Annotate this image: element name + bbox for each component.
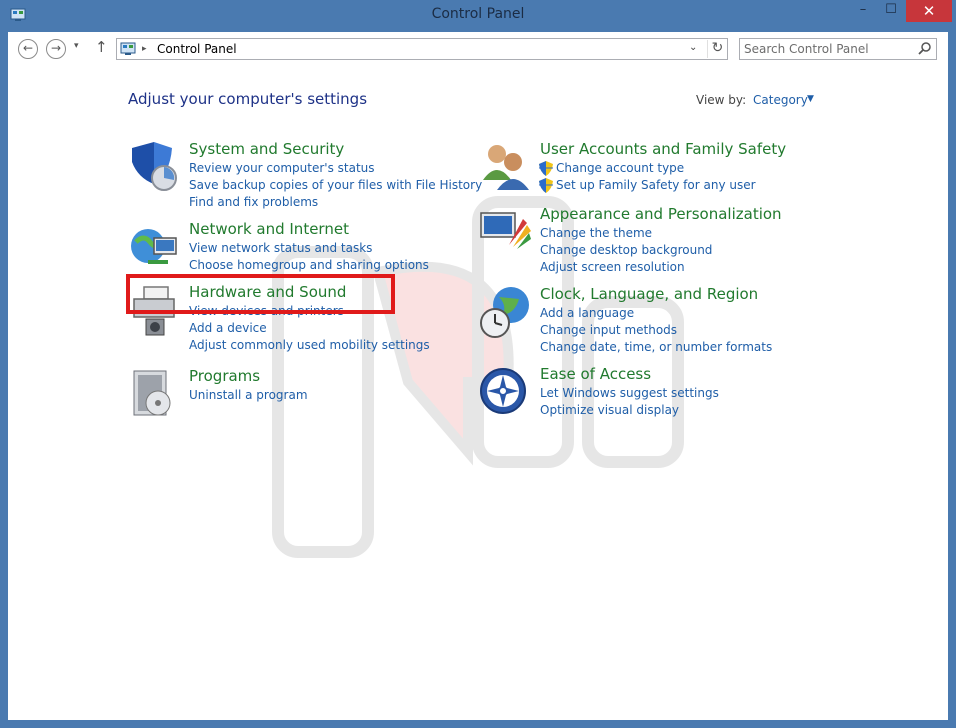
link-mobility-settings[interactable]: Adjust commonly used mobility settings [189,338,430,352]
network-globe-icon[interactable] [128,220,182,274]
maximize-button[interactable]: ☐ [878,0,904,22]
link-screen-resolution[interactable]: Adjust screen resolution [540,260,685,274]
link-suggest-settings[interactable]: Let Windows suggest settings [540,386,719,400]
view-by-arrow-icon[interactable]: ▼ [807,94,814,104]
category-ease-of-access: Ease of Access Let Windows suggest setti… [479,365,779,421]
window-content: ← → ▾ ↑ ▸ Control Panel ⌄ ↻ Adjust your … [8,32,948,720]
refresh-button[interactable]: ↻ [707,40,727,58]
ease-of-access-icon[interactable] [479,365,533,419]
category-title-network[interactable]: Network and Internet [189,220,349,238]
category-programs: Programs Uninstall a program [128,367,428,416]
uac-shield-icon [539,161,553,176]
link-file-history[interactable]: Save backup copies of your files with Fi… [189,178,482,192]
link-network-status[interactable]: View network status and tasks [189,241,372,255]
category-clock-language: Clock, Language, and Region Add a langua… [479,285,779,357]
title-bar: Control Panel – ☐ ✕ [0,0,956,32]
navigation-bar: ← → ▾ ↑ ▸ Control Panel ⌄ ↻ [8,32,948,66]
link-family-safety[interactable]: Set up Family Safety for any user [556,178,756,192]
search-box[interactable] [739,38,937,60]
link-uninstall-program[interactable]: Uninstall a program [189,388,308,402]
users-icon[interactable] [479,140,533,194]
page-title: Adjust your computer's settings [128,90,368,108]
link-desktop-background[interactable]: Change desktop background [540,243,712,257]
back-button[interactable]: ← [18,39,38,59]
link-date-time-formats[interactable]: Change date, time, or number formats [540,340,772,354]
category-title-ease-of-access[interactable]: Ease of Access [540,365,651,383]
minimize-button[interactable]: – [848,0,878,22]
clock-globe-icon[interactable] [479,285,533,339]
close-button[interactable]: ✕ [906,0,952,22]
search-input[interactable] [744,41,914,57]
link-change-account-type[interactable]: Change account type [556,161,684,175]
personalization-icon[interactable] [479,205,533,259]
category-title-user-accounts[interactable]: User Accounts and Family Safety [540,140,786,158]
link-add-language[interactable]: Add a language [540,306,634,320]
view-by-dropdown[interactable]: Category [753,93,808,107]
uac-shield-icon [539,178,553,193]
address-history-dropdown-icon[interactable]: ⌄ [689,42,697,53]
category-appearance: Appearance and Personalization Change th… [479,205,782,277]
address-bar[interactable]: ▸ Control Panel ⌄ ↻ [116,38,728,60]
highlight-box [126,274,395,314]
category-title-programs[interactable]: Programs [189,367,260,385]
window-title: Control Panel [431,6,525,22]
link-change-theme[interactable]: Change the theme [540,226,652,240]
category-network-internet: Network and Internet View network status… [128,220,468,272]
breadcrumb-separator-icon[interactable]: ▸ [142,41,147,57]
category-system-security: System and Security Review your computer… [128,140,482,214]
link-find-fix-problems[interactable]: Find and fix problems [189,195,318,209]
category-title-system-security[interactable]: System and Security [189,140,344,158]
security-shield-icon[interactable] [128,140,182,194]
link-input-methods[interactable]: Change input methods [540,323,677,337]
category-title-clock[interactable]: Clock, Language, and Region [540,285,758,303]
forward-button[interactable]: → [46,39,66,59]
link-optimize-display[interactable]: Optimize visual display [540,403,679,417]
recent-locations-dropdown[interactable]: ▾ [74,41,79,51]
link-homegroup-sharing[interactable]: Choose homegroup and sharing options [189,258,429,272]
programs-icon[interactable] [128,367,182,421]
category-title-appearance[interactable]: Appearance and Personalization [540,205,782,223]
up-button[interactable]: ↑ [95,38,108,56]
control-panel-icon [120,42,136,55]
view-by-label: View by: [696,93,747,107]
link-review-status[interactable]: Review your computer's status [189,161,375,175]
link-add-device[interactable]: Add a device [189,321,267,335]
category-user-accounts: User Accounts and Family Safety Change a… [479,140,786,196]
search-icon[interactable] [917,41,933,57]
breadcrumb-control-panel[interactable]: Control Panel [157,42,237,56]
